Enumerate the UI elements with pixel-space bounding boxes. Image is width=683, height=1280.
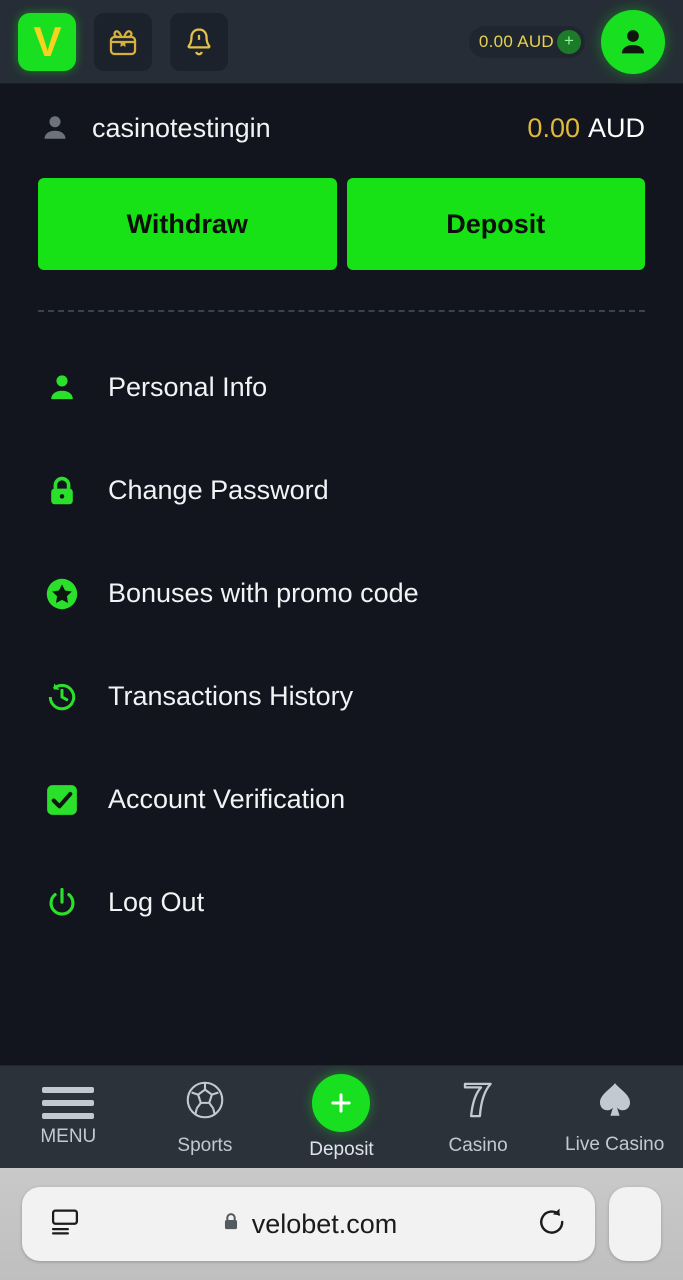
username-label: casinotestingin xyxy=(92,112,271,143)
user-summary-row: casinotestingin 0.00 AUD xyxy=(38,84,645,172)
gift-button[interactable] xyxy=(94,12,152,71)
deposit-button[interactable]: Deposit xyxy=(346,178,645,270)
nav-item-live-casino[interactable]: Live Casino xyxy=(546,1078,683,1156)
section-divider xyxy=(38,310,645,312)
header-balance-amount: 0.00 AUD xyxy=(478,31,554,51)
star-circle-icon xyxy=(38,575,86,613)
menu-item-personal-info[interactable]: Personal Info xyxy=(38,336,645,439)
menu-item-label: Bonuses with promo code xyxy=(108,578,419,608)
app-screen: V 0.00 AUD + casinotestingin 0.00 AUD Wi… xyxy=(0,0,683,1280)
menu-item-label: Personal Info xyxy=(108,372,268,402)
history-clock-icon xyxy=(38,679,86,715)
balance-number: 0.00 xyxy=(527,112,580,143)
add-funds-icon[interactable]: + xyxy=(557,29,581,54)
gift-icon xyxy=(109,29,137,55)
bottom-navigation: MENU Sports Deposit Casino Live Casino xyxy=(0,1065,683,1168)
app-header: V 0.00 AUD + xyxy=(0,0,683,84)
logo-letter: V xyxy=(33,17,61,65)
soccer-ball-icon xyxy=(182,1077,228,1128)
menu-item-log-out[interactable]: Log Out xyxy=(38,851,645,954)
bell-icon xyxy=(187,27,211,55)
nav-item-label: Sports xyxy=(177,1135,233,1156)
lock-icon xyxy=(220,1211,242,1238)
nav-item-deposit[interactable]: Deposit xyxy=(273,1073,410,1161)
menu-item-label: Change Password xyxy=(108,475,329,505)
next-tab-peek[interactable] xyxy=(609,1187,661,1261)
person-icon xyxy=(621,29,645,53)
menu-item-change-password[interactable]: Change Password xyxy=(38,439,645,542)
balance-currency: AUD xyxy=(587,112,645,143)
person-icon xyxy=(38,370,86,406)
check-square-icon xyxy=(38,781,86,819)
hamburger-icon xyxy=(42,1086,95,1119)
account-actions: Withdraw Deposit xyxy=(38,178,645,270)
account-balance: 0.00 AUD xyxy=(527,113,645,144)
menu-item-label: Log Out xyxy=(108,887,205,917)
nav-item-label: Casino xyxy=(448,1135,508,1156)
slot-seven-icon xyxy=(455,1077,501,1128)
reader-view-icon[interactable] xyxy=(48,1205,82,1244)
profile-avatar-button[interactable] xyxy=(601,9,665,74)
nav-item-label: Live Casino xyxy=(565,1134,665,1155)
url-display: velobet.com xyxy=(22,1209,595,1240)
reload-icon[interactable] xyxy=(535,1205,569,1244)
account-panel: casinotestingin 0.00 AUD Withdraw Deposit… xyxy=(0,84,683,954)
nav-item-casino[interactable]: Casino xyxy=(410,1077,547,1157)
nav-item-sports[interactable]: Sports xyxy=(137,1077,274,1157)
nav-item-menu[interactable]: MENU xyxy=(0,1086,137,1148)
menu-item-label: Transactions History xyxy=(108,681,354,711)
spade-icon xyxy=(593,1078,637,1127)
menu-item-bonuses[interactable]: Bonuses with promo code xyxy=(38,542,645,645)
lock-icon xyxy=(38,473,86,509)
header-balance-pill[interactable]: 0.00 AUD + xyxy=(468,25,585,58)
notifications-button[interactable] xyxy=(170,12,228,71)
withdraw-button[interactable]: Withdraw xyxy=(38,178,337,270)
address-bar[interactable]: velobet.com xyxy=(22,1187,595,1261)
power-icon xyxy=(38,885,86,921)
velobet-logo[interactable]: V xyxy=(18,12,76,71)
plus-circle-icon xyxy=(312,1073,371,1132)
menu-item-account-verification[interactable]: Account Verification xyxy=(38,748,645,851)
menu-item-label: Account Verification xyxy=(108,784,346,814)
menu-item-transactions-history[interactable]: Transactions History xyxy=(38,645,645,748)
account-menu: Personal Info Change Password Bonuses wi… xyxy=(38,336,645,954)
user-avatar-icon xyxy=(38,111,72,145)
nav-item-label: MENU xyxy=(40,1125,97,1147)
browser-toolbar: velobet.com xyxy=(0,1168,683,1280)
nav-item-label: Deposit xyxy=(309,1138,374,1160)
url-text: velobet.com xyxy=(251,1208,398,1239)
